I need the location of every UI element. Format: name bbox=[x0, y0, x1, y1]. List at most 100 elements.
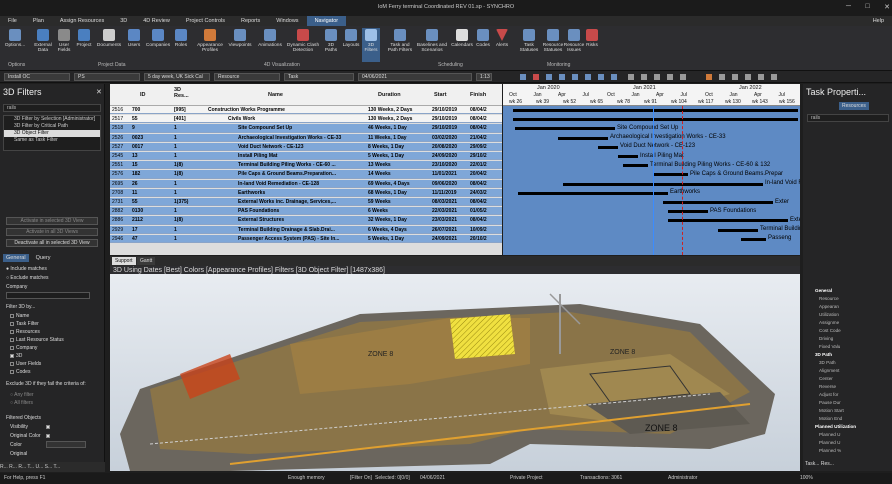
property-item[interactable]: Cost Code bbox=[819, 328, 841, 333]
gantt-bar[interactable] bbox=[598, 145, 618, 149]
settings-icon[interactable] bbox=[628, 74, 634, 80]
table-row[interactable]: 2929 17 1 Terminal Building Drainage & Slab… bbox=[110, 225, 502, 234]
calendars-button[interactable]: Calendars bbox=[450, 28, 474, 62]
rewind-icon[interactable] bbox=[520, 74, 526, 80]
property-item[interactable]: Resource bbox=[819, 296, 839, 301]
view-icon[interactable] bbox=[680, 74, 686, 80]
date-field[interactable]: 04/06/2021 bbox=[358, 73, 472, 81]
opt-3d[interactable]: 3D bbox=[10, 353, 22, 359]
include-radio[interactable]: ● Include matches bbox=[6, 266, 47, 272]
table-row[interactable]: 2946 47 1 Passenger Access System (PAS) - S… bbox=[110, 234, 502, 244]
col-start[interactable]: Start bbox=[434, 92, 447, 98]
orbit-icon[interactable] bbox=[732, 74, 738, 80]
gantt-bar[interactable] bbox=[563, 182, 763, 186]
panel-close-icon[interactable]: ✕ bbox=[96, 88, 102, 96]
filter-item[interactable]: 3D Filter by Selection [Administrator] bbox=[4, 116, 100, 123]
project-button[interactable]: Project bbox=[75, 28, 93, 62]
property-item[interactable]: Planned % bbox=[819, 448, 841, 453]
color-picker[interactable] bbox=[46, 441, 86, 448]
menu-reports[interactable]: Reports bbox=[233, 16, 268, 26]
alerts-button[interactable]: Alerts bbox=[493, 28, 511, 62]
gantt-bar[interactable] bbox=[558, 136, 608, 140]
table-row[interactable]: 2526 0023 1 Archaeological Investigation Wo… bbox=[110, 133, 502, 142]
property-item[interactable]: Motion Start bbox=[819, 408, 844, 413]
roles-button[interactable]: Roles bbox=[172, 28, 190, 62]
col-name[interactable]: Name bbox=[268, 92, 283, 98]
pause-icon[interactable] bbox=[572, 74, 578, 80]
help-link[interactable]: Help bbox=[865, 16, 892, 26]
maximize-icon[interactable]: □ bbox=[865, 3, 869, 11]
external-data-button[interactable]: External Data bbox=[34, 28, 52, 62]
property-item[interactable]: Fixed Valu bbox=[819, 344, 840, 349]
calendar-select[interactable]: 5 day week, UK Sick Cal bbox=[144, 73, 210, 81]
camera-icon[interactable] bbox=[641, 74, 647, 80]
resource-statuses-button[interactable]: Resource Statuses bbox=[540, 28, 566, 62]
property-item[interactable]: Center bbox=[819, 376, 833, 381]
table-row[interactable]: 2518 9 1 Site Compound Set Up 46 Weeks, 1 Da… bbox=[110, 124, 502, 133]
property-group[interactable]: Planned Utilization bbox=[815, 424, 856, 429]
left-bottom-tabs[interactable]: R... R... R... T... U... S... T... bbox=[0, 462, 105, 472]
viewpoints-button[interactable]: Viewpoints bbox=[226, 28, 254, 62]
step-back-icon[interactable] bbox=[546, 74, 552, 80]
users-button[interactable]: Users bbox=[125, 28, 143, 62]
filter-search-input[interactable]: rails bbox=[3, 104, 101, 112]
property-item[interactable]: Planned U bbox=[819, 440, 840, 445]
gantt-bar[interactable] bbox=[515, 127, 615, 131]
select-icon[interactable] bbox=[771, 74, 777, 80]
documents-button[interactable]: Documents bbox=[95, 28, 123, 62]
opt-company[interactable]: Company bbox=[10, 345, 37, 351]
menu-navigator[interactable]: Navigator bbox=[306, 16, 347, 26]
issues-button[interactable]: Resource Issues bbox=[564, 28, 584, 62]
gantt-bar[interactable] bbox=[668, 210, 708, 214]
menu-windows[interactable]: Windows bbox=[268, 16, 306, 26]
filter-select[interactable]: Install OC bbox=[4, 73, 70, 81]
menu-4d-review[interactable]: 4D Review bbox=[135, 16, 178, 26]
animations-button[interactable]: Animations bbox=[256, 28, 284, 62]
opt-last-resource-status[interactable]: Last Resource Status bbox=[10, 337, 64, 343]
record-icon[interactable] bbox=[533, 74, 539, 80]
3d-paths-button[interactable]: 3D Paths bbox=[322, 28, 340, 62]
property-item[interactable]: Utilization bbox=[819, 312, 839, 317]
gantt-chart[interactable]: Jan 2020 Jan 2021 Jan 2022 Oct Jan Apr Jul Oct J… bbox=[503, 84, 800, 255]
risks-button[interactable]: Risks bbox=[584, 28, 600, 62]
gantt-bar[interactable] bbox=[623, 164, 648, 168]
pan-icon[interactable] bbox=[745, 74, 751, 80]
activate-all-button[interactable]: Activate in all 3D Views bbox=[6, 228, 98, 236]
property-item[interactable]: Alignment bbox=[819, 368, 839, 373]
companies-button[interactable]: Companies bbox=[144, 28, 172, 62]
all-filters-radio[interactable]: ○ All filters bbox=[10, 400, 33, 406]
table-row[interactable]: 2576 182 1(8) Pile Caps & Ground Beams.Prep… bbox=[110, 170, 502, 179]
right-bottom-tabs[interactable]: Task... Res... bbox=[805, 461, 834, 467]
exclude-radio[interactable]: ○ Exclude matches bbox=[6, 275, 49, 281]
task-path-filters-button[interactable]: Task and Path Filters bbox=[385, 28, 415, 62]
layouts-button[interactable]: Layouts bbox=[341, 28, 361, 62]
zoom-icon[interactable] bbox=[719, 74, 725, 80]
gantt-bar[interactable] bbox=[718, 228, 758, 232]
table-row[interactable]: 2708 11 1 Earthworks 68 Weeks, 1 Day 11/11/20… bbox=[110, 188, 502, 198]
step-forward-icon[interactable] bbox=[598, 74, 604, 80]
play-icon[interactable] bbox=[585, 74, 591, 80]
3d-filters-button[interactable]: 3D Filters bbox=[362, 28, 380, 62]
task-select[interactable]: Task bbox=[284, 73, 354, 81]
zoom-field[interactable]: 1:13 bbox=[476, 73, 492, 81]
tab-gantt[interactable]: Gantt bbox=[137, 257, 156, 265]
gantt-bar[interactable] bbox=[741, 237, 766, 241]
table-row[interactable]: 2545 13 1 Install Piling Mat 5 Weeks, 1 Day 2… bbox=[110, 152, 502, 161]
gantt-bar[interactable] bbox=[618, 155, 638, 158]
baselines-button[interactable]: Baselines and Scenarios bbox=[414, 28, 450, 62]
fit-icon[interactable] bbox=[758, 74, 764, 80]
task-statuses-button[interactable]: Task Statuses bbox=[518, 28, 540, 62]
table-row[interactable]: 2886 2112 1(8) External Structures 32 Weeks,… bbox=[110, 216, 502, 225]
gantt-bar[interactable] bbox=[663, 201, 773, 204]
opt-resources[interactable]: Resources bbox=[10, 329, 40, 335]
opt-name[interactable]: Name bbox=[10, 313, 29, 319]
gantt-bar[interactable] bbox=[668, 219, 788, 223]
property-item[interactable]: Assignme bbox=[819, 320, 839, 325]
3d-view[interactable]: ZONE 8 ZONE 8 ZONE 8 bbox=[110, 274, 800, 471]
grid-icon[interactable] bbox=[654, 74, 660, 80]
gantt-bar[interactable] bbox=[513, 109, 798, 112]
layers-icon[interactable] bbox=[667, 74, 673, 80]
resources-tab[interactable]: Resources bbox=[839, 102, 869, 110]
table-row[interactable]: 2517 55 [401] Civils Work 130 Weeks, 2 Days 2… bbox=[110, 115, 502, 124]
property-item[interactable]: Reverse bbox=[819, 384, 836, 389]
